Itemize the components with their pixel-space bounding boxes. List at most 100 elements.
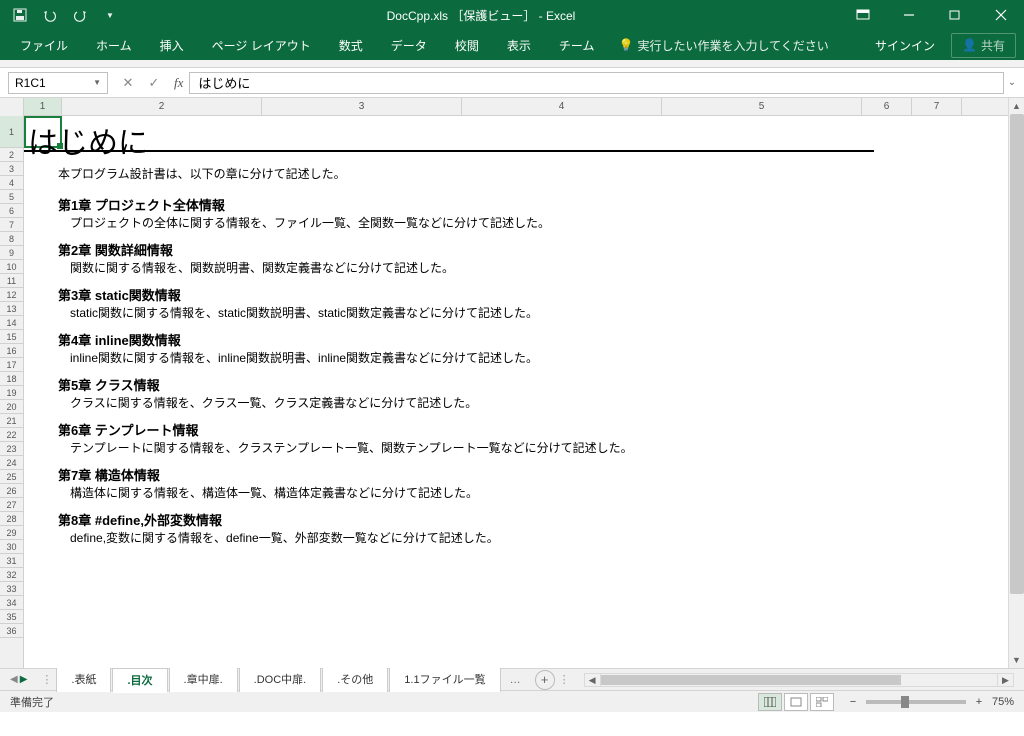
row-header[interactable]: 25 bbox=[0, 470, 23, 484]
sheet-tab[interactable]: .章中扉. bbox=[169, 667, 238, 692]
sheet-nav-prev-icon[interactable]: ◀ bbox=[10, 674, 18, 685]
tab-formulas[interactable]: 数式 bbox=[327, 32, 375, 59]
page-break-view-button[interactable] bbox=[810, 693, 834, 711]
column-header[interactable]: 2 bbox=[62, 98, 262, 115]
scroll-up-icon[interactable]: ▲ bbox=[1009, 98, 1024, 114]
accept-formula-icon[interactable]: ✓ bbox=[144, 73, 164, 93]
fx-icon[interactable]: fx bbox=[174, 75, 183, 91]
cell-grid[interactable]: はじめに 本プログラム設計書は、以下の章に分けて記述した。 第1章 プロジェクト… bbox=[24, 116, 1008, 668]
column-header[interactable]: 7 bbox=[912, 98, 962, 115]
row-header[interactable]: 32 bbox=[0, 568, 23, 582]
row-header[interactable]: 31 bbox=[0, 554, 23, 568]
status-ready: 準備完了 bbox=[10, 694, 758, 710]
scroll-down-icon[interactable]: ▼ bbox=[1009, 652, 1024, 668]
divider: ⋮ bbox=[555, 673, 574, 686]
name-box[interactable]: R1C1 ▼ bbox=[8, 72, 108, 94]
row-header[interactable]: 6 bbox=[0, 204, 23, 218]
maximize-icon[interactable] bbox=[932, 0, 978, 30]
column-header[interactable]: 6 bbox=[862, 98, 912, 115]
more-sheets-icon[interactable]: … bbox=[502, 674, 529, 686]
chapter-heading: 第7章 構造体情報 bbox=[58, 467, 633, 485]
add-sheet-button[interactable]: + bbox=[535, 670, 555, 690]
row-header[interactable]: 18 bbox=[0, 372, 23, 386]
row-header[interactable]: 2 bbox=[0, 148, 23, 162]
row-header[interactable]: 33 bbox=[0, 582, 23, 596]
horizontal-scrollbar[interactable]: ◀ ▶ bbox=[584, 673, 1014, 687]
row-header[interactable]: 36 bbox=[0, 624, 23, 638]
tab-data[interactable]: データ bbox=[379, 32, 439, 59]
sheet-tab[interactable]: .表紙 bbox=[56, 667, 111, 692]
row-header[interactable]: 8 bbox=[0, 232, 23, 246]
sheet-tab[interactable]: .その他 bbox=[322, 667, 388, 692]
tab-review[interactable]: 校閲 bbox=[443, 32, 491, 59]
row-header[interactable]: 9 bbox=[0, 246, 23, 260]
ribbon-display-icon[interactable] bbox=[840, 0, 886, 30]
row-header[interactable]: 12 bbox=[0, 288, 23, 302]
scrollbar-thumb[interactable] bbox=[1010, 114, 1024, 594]
vertical-scrollbar[interactable]: ▲ ▼ bbox=[1008, 98, 1024, 668]
row-header[interactable]: 16 bbox=[0, 344, 23, 358]
row-header[interactable]: 3 bbox=[0, 162, 23, 176]
sheet-tab[interactable]: .DOC中扉. bbox=[239, 667, 322, 692]
qat-customize-icon[interactable]: ▼ bbox=[98, 3, 122, 27]
row-header[interactable]: 14 bbox=[0, 316, 23, 330]
tab-team[interactable]: チーム bbox=[547, 32, 607, 59]
column-header[interactable]: 3 bbox=[262, 98, 462, 115]
row-header[interactable]: 34 bbox=[0, 596, 23, 610]
tab-pagelayout[interactable]: ページ レイアウト bbox=[200, 32, 323, 59]
row-header[interactable]: 4 bbox=[0, 176, 23, 190]
chapter-block: 第4章 inline関数情報inline関数に関する情報を、inline関数説明… bbox=[58, 332, 633, 367]
share-button[interactable]: 👤 共有 bbox=[951, 33, 1016, 58]
sheet-tab[interactable]: .目次 bbox=[112, 668, 167, 693]
row-header[interactable]: 10 bbox=[0, 260, 23, 274]
zoom-slider-knob[interactable] bbox=[901, 696, 909, 708]
undo-icon[interactable] bbox=[38, 3, 62, 27]
zoom-out-button[interactable]: − bbox=[846, 696, 860, 708]
zoom-slider[interactable] bbox=[866, 700, 966, 704]
chevron-down-icon[interactable]: ▼ bbox=[93, 78, 101, 87]
expand-formula-icon[interactable]: ⌄ bbox=[1004, 77, 1020, 88]
column-header[interactable]: 1 bbox=[24, 98, 62, 115]
row-header[interactable]: 24 bbox=[0, 456, 23, 470]
minimize-icon[interactable] bbox=[886, 0, 932, 30]
cancel-formula-icon[interactable]: ✕ bbox=[118, 73, 138, 93]
normal-view-button[interactable] bbox=[758, 693, 782, 711]
formula-input[interactable]: はじめに bbox=[189, 72, 1004, 94]
row-header[interactable]: 22 bbox=[0, 428, 23, 442]
save-icon[interactable] bbox=[8, 3, 32, 27]
scrollbar-thumb[interactable] bbox=[601, 675, 901, 685]
row-header[interactable]: 11 bbox=[0, 274, 23, 288]
row-header[interactable]: 7 bbox=[0, 218, 23, 232]
row-header[interactable]: 20 bbox=[0, 400, 23, 414]
tab-home[interactable]: ホーム bbox=[84, 32, 144, 59]
column-header[interactable]: 4 bbox=[462, 98, 662, 115]
row-header[interactable]: 26 bbox=[0, 484, 23, 498]
row-header[interactable]: 27 bbox=[0, 498, 23, 512]
page-layout-view-button[interactable] bbox=[784, 693, 808, 711]
redo-icon[interactable] bbox=[68, 3, 92, 27]
row-header[interactable]: 30 bbox=[0, 540, 23, 554]
column-header[interactable]: 5 bbox=[662, 98, 862, 115]
tab-insert[interactable]: 挿入 bbox=[148, 32, 196, 59]
tab-file[interactable]: ファイル bbox=[8, 32, 80, 59]
sheet-tab[interactable]: 1.1ファイル一覧 bbox=[389, 667, 500, 692]
row-header[interactable]: 35 bbox=[0, 610, 23, 624]
sheet-nav-next-icon[interactable]: ▶ bbox=[20, 674, 28, 685]
zoom-in-button[interactable]: + bbox=[972, 696, 986, 708]
row-header[interactable]: 5 bbox=[0, 190, 23, 204]
tab-view[interactable]: 表示 bbox=[495, 32, 543, 59]
row-header[interactable]: 19 bbox=[0, 386, 23, 400]
tell-me-search[interactable]: 💡 実行したい作業を入力してください bbox=[610, 37, 836, 54]
row-header[interactable]: 17 bbox=[0, 358, 23, 372]
row-header[interactable]: 21 bbox=[0, 414, 23, 428]
close-icon[interactable] bbox=[978, 0, 1024, 30]
row-header[interactable]: 15 bbox=[0, 330, 23, 344]
row-header[interactable]: 28 bbox=[0, 512, 23, 526]
row-header[interactable]: 1 bbox=[0, 116, 23, 148]
scroll-right-icon[interactable]: ▶ bbox=[997, 674, 1013, 686]
scroll-left-icon[interactable]: ◀ bbox=[585, 674, 601, 686]
row-header[interactable]: 29 bbox=[0, 526, 23, 540]
row-header[interactable]: 23 bbox=[0, 442, 23, 456]
signin-link[interactable]: サインイン bbox=[863, 32, 947, 59]
row-header[interactable]: 13 bbox=[0, 302, 23, 316]
